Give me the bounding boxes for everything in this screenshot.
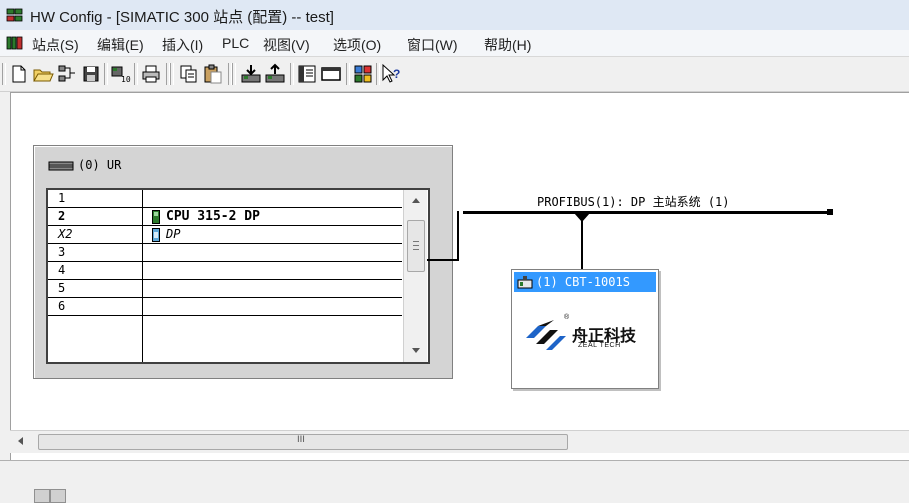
zeal-tech-logo-icon [526, 320, 566, 350]
detail-nav-back-icon[interactable] [34, 489, 50, 503]
slot-number: 4 [58, 263, 66, 277]
new-icon[interactable] [8, 63, 30, 85]
detail-nav-forward-icon[interactable] [50, 489, 66, 503]
open-icon[interactable] [32, 63, 54, 85]
scroll-grip: III [297, 435, 305, 445]
title-bar: HW Config - [SIMATIC 300 站点 (配置) -- test… [0, 0, 909, 31]
toolbar-separator [170, 63, 174, 85]
cpu-module-icon [152, 209, 160, 224]
paste-icon[interactable] [202, 63, 224, 85]
toolbar-separator [134, 63, 138, 85]
slot-number: 6 [58, 299, 66, 313]
rack-title-text: (0) UR [78, 158, 122, 172]
window-title: HW Config - [SIMATIC 300 站点 (配置) -- test… [30, 9, 334, 26]
svg-text:10: 10 [121, 75, 131, 84]
profibus-label[interactable]: PROFIBUS(1): DP 主站系统 (1) [537, 193, 730, 210]
svg-text:?: ? [393, 67, 400, 81]
slot-row[interactable]: 1 [48, 190, 402, 208]
dp-slave-header[interactable]: (1) CBT-1001S [514, 272, 656, 292]
bus-end-marker [827, 209, 833, 215]
toolbar-separator [104, 63, 108, 85]
menu-help[interactable]: 帮助(H) [484, 35, 531, 55]
copy-icon[interactable] [178, 63, 200, 85]
hw-config-app-icon [6, 8, 23, 22]
dp-slave-node[interactable]: (1) CBT-1001S ® 舟正科技 ZEAL TECH [511, 269, 659, 389]
save-icon[interactable] [80, 63, 102, 85]
dp-interface-icon [152, 227, 160, 242]
rack-title: (0) UR [48, 158, 121, 172]
slot-number: 3 [58, 245, 66, 259]
horizontal-scroll-thumb[interactable]: III [38, 434, 568, 450]
brand-name-en: ZEAL TECH [578, 342, 621, 349]
toolbar: 10 ? [0, 57, 909, 92]
module-icon[interactable] [320, 63, 342, 85]
help-pointer-icon[interactable]: ? [380, 63, 402, 85]
dp-slave-label: (1) CBT-1001S [536, 275, 630, 289]
slot-number: 1 [58, 191, 66, 205]
slot-column-divider [142, 190, 143, 362]
slot-row[interactable]: X2 DP [48, 226, 402, 244]
catalog-icon[interactable] [296, 63, 318, 85]
slot-row[interactable]: 4 [48, 262, 402, 280]
dp-interface-module[interactable]: DP [152, 227, 180, 242]
dp-slave-icon [517, 276, 533, 289]
workspace-horizontal-scrollbar[interactable]: III [10, 430, 909, 453]
scroll-thumb[interactable] [407, 220, 425, 272]
rack-window[interactable]: (0) UR 1 2 CPU 315-2 DP X2 DP 3 4 5 6 [33, 145, 453, 379]
bus-tap-icon [574, 213, 590, 222]
grip-line [413, 241, 419, 242]
slot-row[interactable]: 5 [48, 280, 402, 298]
dp-connector-line [457, 211, 459, 261]
dp-connector-line [427, 259, 459, 261]
slot-number: X2 [58, 227, 73, 241]
slot-row[interactable]: 2 CPU 315-2 DP [48, 208, 402, 226]
network-icon[interactable] [56, 63, 78, 85]
toolbar-separator [290, 63, 294, 85]
slot-number: 5 [58, 281, 66, 295]
scroll-left-arrow-icon[interactable] [18, 437, 23, 445]
scroll-up-arrow-icon[interactable] [412, 198, 420, 203]
cpu-module-label: CPU 315-2 DP [166, 209, 260, 224]
menu-bar: 站点(S) 编辑(E) 插入(I) PLC 视图(V) 选项(O) 窗口(W) … [0, 30, 909, 57]
download-icon[interactable] [240, 63, 262, 85]
toolbar-separator [346, 63, 350, 85]
menu-plc[interactable]: PLC [222, 35, 249, 51]
profibus-bus-line[interactable] [463, 211, 827, 214]
print-icon[interactable] [140, 63, 162, 85]
dp-interface-label: DP [166, 227, 181, 241]
station-icon[interactable] [352, 63, 374, 85]
toolbar-separator [2, 63, 6, 85]
grip-line [413, 249, 419, 250]
menu-station[interactable]: 站点(S) [32, 35, 79, 55]
zeal-tech-logo: ® 舟正科技 ZEAL TECH [524, 312, 654, 362]
station-menu-icon[interactable] [6, 35, 24, 51]
menu-insert[interactable]: 插入(I) [162, 35, 203, 55]
slot-table[interactable]: 1 2 CPU 315-2 DP X2 DP 3 4 5 6 [46, 188, 430, 364]
slot-number: 2 [58, 209, 66, 223]
detail-pane [0, 460, 909, 503]
cpu-module[interactable]: CPU 315-2 DP [152, 209, 260, 224]
menu-edit[interactable]: 编辑(E) [97, 35, 144, 55]
station-workspace[interactable]: (0) UR 1 2 CPU 315-2 DP X2 DP 3 4 5 6 PR… [10, 92, 909, 461]
slot-row[interactable]: 6 [48, 298, 402, 316]
menu-window[interactable]: 窗口(W) [407, 35, 458, 55]
menu-options[interactable]: 选项(O) [333, 35, 381, 55]
rack-icon [48, 161, 74, 170]
grip-line [413, 245, 419, 246]
registered-mark: ® [564, 314, 570, 321]
rack-vertical-scrollbar[interactable] [403, 190, 427, 362]
toolbar-separator [232, 63, 236, 85]
slot-row[interactable]: 3 [48, 244, 402, 262]
menu-view[interactable]: 视图(V) [263, 35, 310, 55]
scroll-down-arrow-icon[interactable] [412, 348, 420, 353]
compile-icon[interactable]: 10 [110, 63, 132, 85]
upload-icon[interactable] [264, 63, 286, 85]
